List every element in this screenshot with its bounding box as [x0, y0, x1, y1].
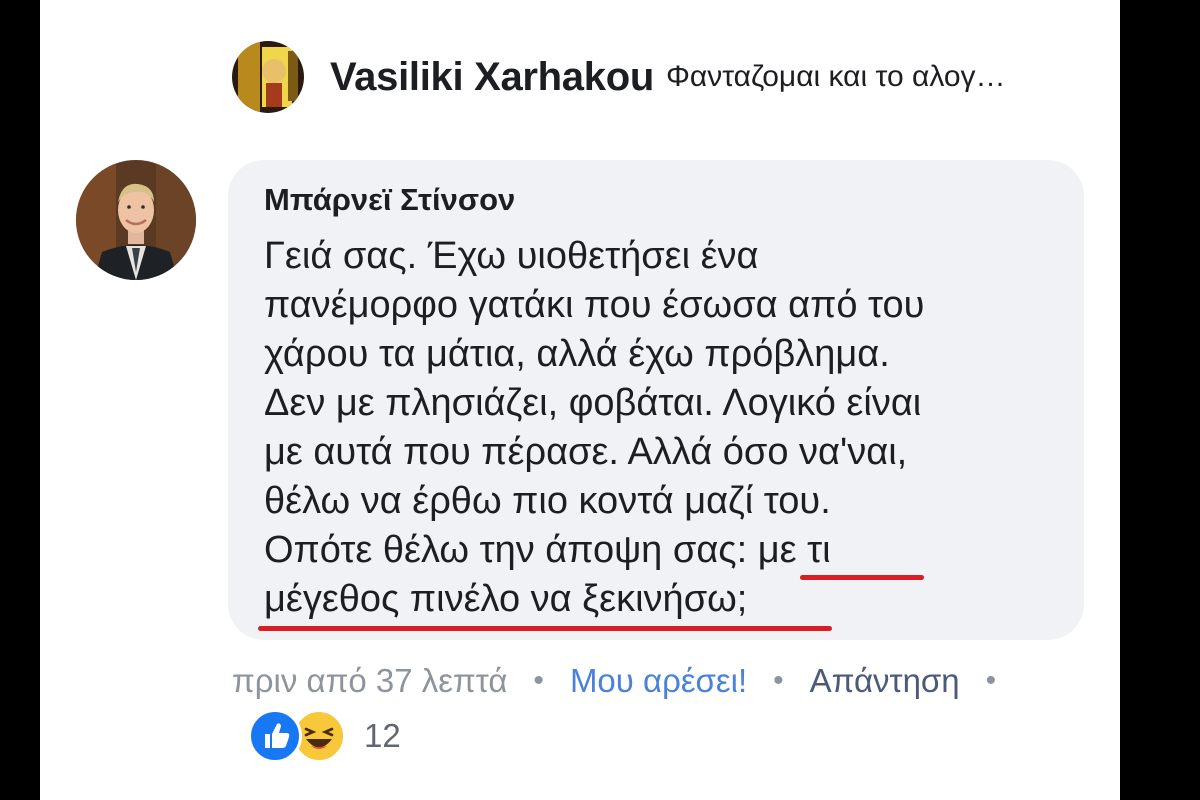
reply-avatar[interactable] — [232, 41, 304, 113]
comment-line: μέγεθος πινέλο να ξεκινήσω; — [264, 578, 748, 620]
comment-text: Γειά σας. Έχω υιοθετήσει ένα πανέμορφο γ… — [264, 232, 924, 624]
separator-dot: • — [985, 664, 997, 697]
comment-line: πανέμορφο γατάκι που έσωσα από του — [264, 284, 925, 326]
highlight-underline — [258, 626, 832, 631]
highlight-underline — [800, 575, 924, 580]
comment-line: Γειά σας. Έχω υιοθετήσει ένα — [264, 235, 759, 277]
reply-button[interactable]: Απάντηση — [810, 662, 960, 700]
reply-author-name[interactable]: Vasiliki Xarhakou — [330, 55, 654, 100]
like-reaction-icon — [248, 709, 302, 763]
separator-dot: • — [533, 664, 544, 697]
comment-line: με αυτά που πέρασε. Αλλά όσο να'ναι, — [264, 431, 908, 473]
reactions-summary[interactable]: 12 — [248, 709, 401, 763]
comment-actions: πριν από 37 λεπτά • Μου αρέσει! • Απάντη… — [232, 656, 1022, 706]
comment-timestamp[interactable]: πριν από 37 λεπτά — [232, 662, 507, 700]
reply-snippet[interactable]: Φανταζομαι και το αλογ… — [666, 60, 1006, 94]
comment-line: θέλω να έρθω πιο κοντά μαζί του. — [264, 480, 831, 522]
separator-dot: • — [773, 664, 784, 697]
comment-line: χάρου τα μάτια, αλλά έχω πρόβλημα. — [264, 333, 890, 375]
profile-photo-icon — [76, 160, 196, 280]
comment-avatar[interactable] — [76, 160, 196, 280]
like-button[interactable]: Μου αρέσει! — [570, 662, 747, 700]
comment-line: Οπότε θέλω την άποψη σας: με τι — [264, 529, 831, 571]
reply-preview[interactable]: Vasiliki Xarhakou Φανταζομαι και το αλογ… — [232, 40, 1006, 114]
comment-author-name[interactable]: Μπάρνεϊ Στίνσον — [264, 182, 515, 218]
profile-photo-icon — [232, 41, 304, 113]
comment-line: Δεν με πλησιάζει, φοβάται. Λογικό είναι — [264, 382, 922, 424]
reaction-count: 12 — [364, 717, 401, 754]
comment-bubble: Μπάρνεϊ Στίνσον Γειά σας. Έχω υιοθετήσει… — [228, 160, 1084, 640]
